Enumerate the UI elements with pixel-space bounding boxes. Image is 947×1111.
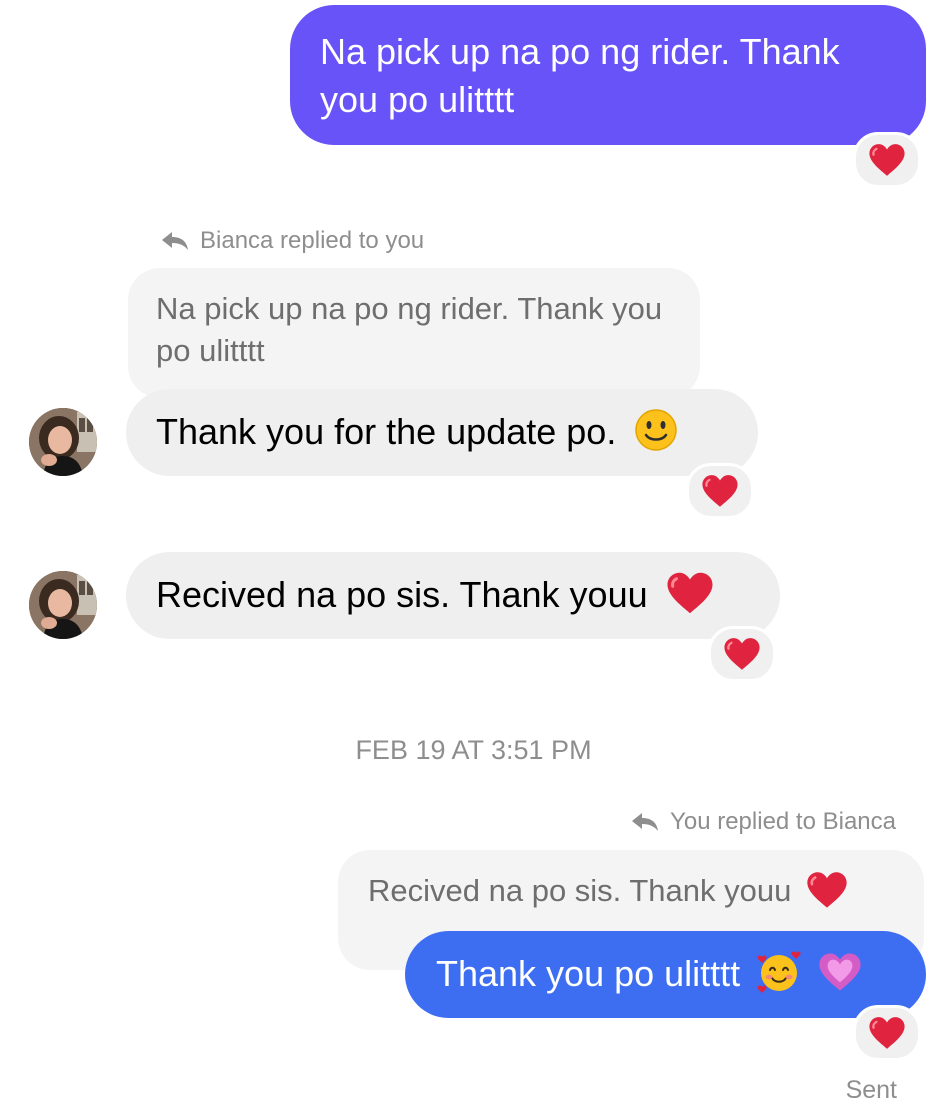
sparkling-heart-icon <box>819 953 861 992</box>
sent-status: Sent <box>845 1076 897 1104</box>
outgoing-message-bubble[interactable]: Thank you po ulitttt <box>405 931 926 1018</box>
timestamp: FEB 19 AT 3:51 PM <box>355 735 592 765</box>
quoted-text: Recived na po sis. Thank youu <box>368 873 792 908</box>
message-text: Thank you po ulitttt <box>436 953 741 994</box>
heart-icon <box>869 144 905 176</box>
avatar[interactable] <box>29 408 97 476</box>
message-text: Thank you for the update po. <box>156 411 617 452</box>
reply-label-text: You replied to Bianca <box>670 808 896 835</box>
heart-reaction[interactable] <box>853 1005 921 1061</box>
incoming-message-bubble[interactable]: Thank you for the update po. <box>126 389 758 476</box>
heart-reaction[interactable] <box>686 463 754 519</box>
red-heart-icon <box>807 872 847 908</box>
profile-photo <box>29 408 97 476</box>
reply-arrow-icon <box>632 813 659 831</box>
profile-photo <box>29 571 97 639</box>
message-text: Na pick up na po ng rider. Thank you po … <box>320 31 840 120</box>
heart-reaction[interactable] <box>853 132 921 188</box>
reply-label: You replied to Bianca <box>630 807 896 837</box>
red-heart-icon <box>667 573 713 614</box>
message-text: Recived na po sis. Thank youu <box>156 574 648 615</box>
heart-icon <box>869 1017 905 1049</box>
smiling-face-with-hearts-icon <box>757 952 801 994</box>
outgoing-message-bubble[interactable]: Na pick up na po ng rider. Thank you po … <box>290 5 926 145</box>
reply-arrow-icon <box>162 232 188 250</box>
quoted-text: Na pick up na po ng rider. Thank you po … <box>156 291 663 368</box>
quoted-message[interactable]: Na pick up na po ng rider. Thank you po … <box>128 268 700 398</box>
heart-icon <box>702 475 738 507</box>
avatar[interactable] <box>29 571 97 639</box>
heart-icon <box>724 638 760 670</box>
heart-reaction[interactable] <box>708 626 776 682</box>
slightly-smiling-face-icon <box>635 409 678 452</box>
reply-label: Bianca replied to you <box>160 226 424 256</box>
reply-label-text: Bianca replied to you <box>200 227 425 254</box>
incoming-message-bubble[interactable]: Recived na po sis. Thank youu <box>126 552 780 639</box>
